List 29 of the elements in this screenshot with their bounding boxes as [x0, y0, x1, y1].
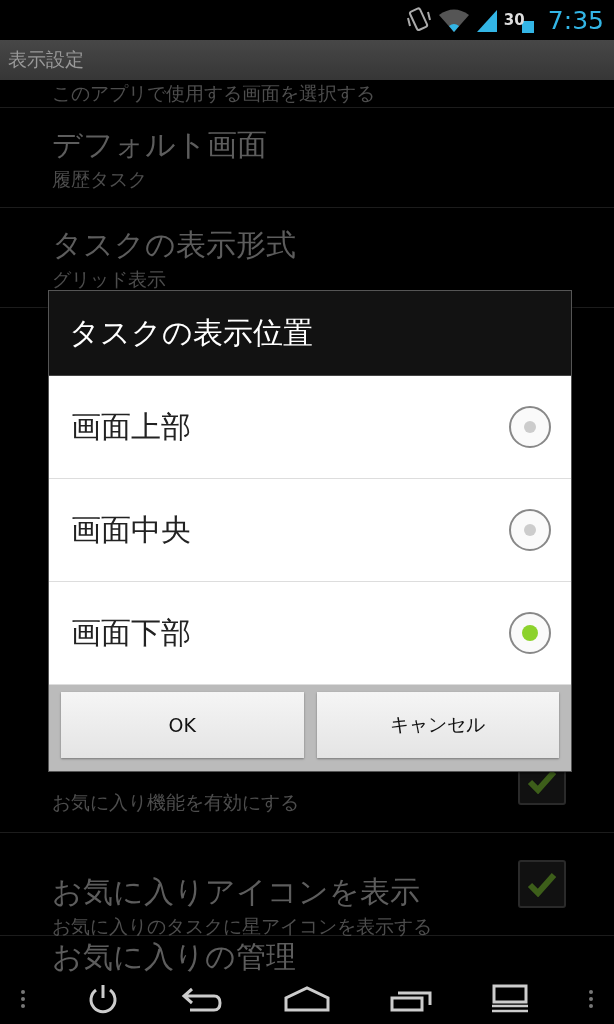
wifi-icon: [437, 8, 470, 32]
dialog-button[interactable]: キャンセル: [316, 692, 559, 758]
setting-summary: お気に入りのタスクに星アイコンを表示する: [52, 914, 432, 939]
option-item[interactable]: 画面上部: [49, 376, 571, 479]
back-icon[interactable]: [180, 985, 224, 1013]
checkbox[interactable]: [518, 860, 566, 908]
vibrate-icon: [405, 6, 432, 34]
radio-button[interactable]: [509, 612, 551, 654]
overflow-icon[interactable]: [20, 989, 26, 1009]
setting-summary: このアプリで使用する画面を選択する: [52, 81, 375, 106]
overflow-icon[interactable]: [588, 989, 594, 1009]
option-label: 画面下部: [71, 613, 191, 652]
screen-title: 表示設定: [8, 47, 84, 72]
option-item[interactable]: 画面中央: [49, 479, 571, 582]
setting-summary: お気に入り機能を有効にする: [52, 790, 299, 815]
setting-summary: グリッド表示: [52, 266, 167, 292]
home-icon[interactable]: [284, 986, 330, 1012]
option-label: 画面上部: [71, 407, 191, 446]
screen-icon[interactable]: [492, 984, 528, 1014]
checkmark-icon: [527, 871, 557, 897]
radio-button[interactable]: [509, 406, 551, 448]
radio-button[interactable]: [509, 509, 551, 551]
option-item[interactable]: 画面下部: [49, 582, 571, 685]
dialog-button[interactable]: OK: [61, 692, 304, 758]
signal-icon: [475, 8, 498, 32]
option-label: 画面中央: [71, 510, 191, 549]
setting-summary: 履歴タスク: [52, 166, 148, 192]
dialog-title: タスクの表示位置: [69, 313, 313, 352]
clock: 7:35: [547, 5, 604, 35]
